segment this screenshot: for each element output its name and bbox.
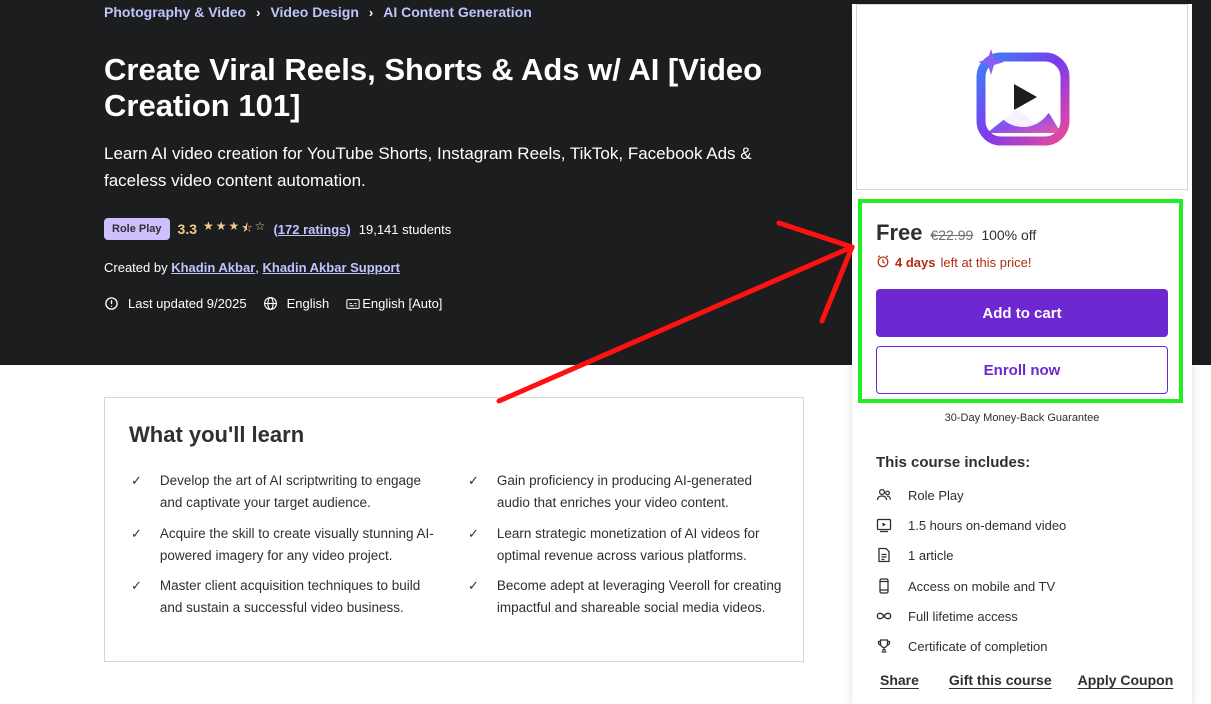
include-item-label: 1.5 hours on-demand video — [908, 517, 1067, 533]
include-item-label: Access on mobile and TV — [908, 578, 1056, 594]
breadcrumb-photography-video[interactable]: Photography & Video — [104, 4, 246, 20]
include-item-label: Role Play — [908, 487, 964, 503]
learn-item-text: Gain proficiency in producing AI-generat… — [496, 473, 753, 510]
learn-item: ✓ Gain proficiency in producing AI-gener… — [468, 470, 786, 514]
captions-icon — [345, 296, 360, 311]
learn-item: ✓ Develop the art of AI scriptwriting to… — [131, 470, 436, 514]
role-play-badge: Role Play — [104, 218, 170, 240]
trophy-icon — [876, 638, 892, 654]
course-meta: Last updated 9/2025 English English [Aut… — [104, 296, 458, 311]
learn-title: What you'll learn — [129, 422, 305, 447]
last-updated: Last updated 9/2025 — [104, 296, 247, 311]
author-link[interactable]: Khadin Akbar — [171, 260, 255, 275]
star-full-icon: ★ — [228, 218, 240, 233]
ratings-count-link[interactable]: (172 ratings) — [273, 222, 350, 237]
learn-item: ✓ Learn strategic monetization of AI vid… — [468, 523, 786, 567]
include-item: 1.5 hours on-demand video — [876, 517, 1066, 533]
course-preview[interactable] — [856, 4, 1188, 190]
include-item: Full lifetime access — [876, 608, 1018, 624]
sidebar-actions: Share Gift this course Apply Coupon — [880, 672, 1173, 688]
share-link[interactable]: Share — [880, 672, 919, 688]
last-updated-text: Last updated 9/2025 — [128, 296, 247, 311]
course-preview-image — [976, 49, 1070, 146]
article-icon — [876, 547, 892, 563]
learn-item: ✓ Master client acquisition techniques t… — [131, 575, 436, 619]
chevron-right-icon: › — [256, 4, 261, 20]
star-empty-icon: ☆ — [254, 218, 266, 233]
star-full-icon: ★ — [215, 218, 227, 233]
check-icon: ✓ — [131, 578, 142, 593]
captions-text: English [Auto] — [362, 296, 443, 311]
video-icon — [876, 517, 892, 533]
apply-coupon-link[interactable]: Apply Coupon — [1078, 672, 1174, 688]
star-rating: ★ ★ ★ ⯪ ☆ — [203, 219, 265, 240]
what-you-will-learn: What you'll learn ✓ Develop the art of A… — [104, 397, 804, 662]
people-icon — [876, 487, 892, 503]
author-link[interactable]: Khadin Akbar Support — [262, 260, 399, 275]
check-icon: ✓ — [468, 578, 479, 593]
rating-value: 3.3 — [177, 221, 197, 237]
course-title: Create Viral Reels, Shorts & Ads w/ AI [… — [104, 52, 763, 123]
learn-item-text: Become adept at leveraging Veeroll for c… — [496, 578, 782, 615]
learn-item-text: Learn strategic monetization of AI video… — [496, 526, 760, 563]
star-half-icon: ⯪ — [241, 220, 253, 235]
learn-item: ✓ Become adept at leveraging Veeroll for… — [468, 575, 786, 619]
course-subtitle: Learn AI video creation for YouTube Shor… — [104, 144, 752, 190]
globe-icon — [263, 296, 278, 311]
money-back-guarantee: 30-Day Money-Back Guarantee — [944, 412, 1100, 424]
learn-item: ✓ Acquire the skill to create visually s… — [131, 523, 436, 567]
learn-item-text: Master client acquisition techniques to … — [159, 578, 421, 615]
rating-row: Role Play 3.3 ★ ★ ★ ⯪ ☆ (172 ratings) 19… — [104, 218, 451, 240]
include-item: Role Play — [876, 487, 964, 503]
language-text: English — [286, 296, 330, 311]
include-item-label: 1 article — [908, 547, 954, 563]
check-icon: ✓ — [131, 526, 142, 541]
students-count: 19,141 students — [358, 221, 452, 237]
check-icon: ✓ — [468, 526, 479, 541]
gift-course-link[interactable]: Gift this course — [949, 672, 1052, 688]
include-item-label: Certificate of completion — [908, 638, 1048, 654]
created-by: Created by Khadin Akbar, Khadin Akbar Su… — [104, 260, 400, 275]
highlight-box — [858, 199, 1183, 403]
check-icon: ✓ — [131, 473, 142, 488]
include-item: 1 article — [876, 547, 954, 563]
chevron-right-icon: › — [368, 4, 374, 20]
created-by-label: Created by — [104, 260, 168, 275]
breadcrumb-video-design[interactable]: Video Design — [270, 4, 358, 20]
learn-item-text: Develop the art of AI scriptwriting to e… — [159, 473, 422, 510]
infinity-icon — [876, 608, 892, 624]
breadcrumb: Photography & Video › Video Design › AI … — [104, 4, 532, 20]
include-item: Access on mobile and TV — [876, 578, 1055, 594]
includes-title: This course includes: — [876, 454, 1031, 471]
include-item-label: Full lifetime access — [908, 608, 1018, 624]
course-language: English — [263, 296, 330, 311]
breadcrumb-ai-content-generation[interactable]: AI Content Generation — [383, 4, 532, 20]
mobile-icon — [876, 578, 892, 594]
check-icon: ✓ — [468, 473, 479, 488]
alert-badge-icon — [104, 296, 119, 311]
include-item: Certificate of completion — [876, 638, 1047, 654]
star-full-icon: ★ — [203, 218, 214, 233]
learn-item-text: Acquire the skill to create visually stu… — [159, 526, 434, 563]
course-captions: English [Auto] — [345, 296, 442, 311]
